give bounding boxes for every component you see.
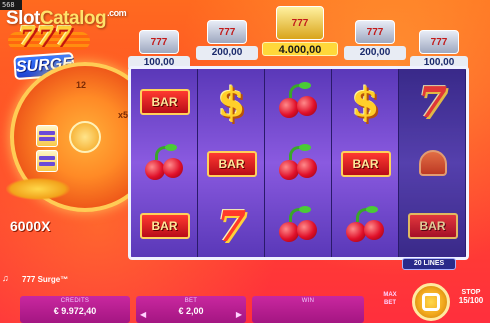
bar-block-icon	[36, 125, 58, 147]
reel-1: BAR BAR	[131, 69, 198, 257]
credits-value: € 9.972,40	[53, 306, 97, 316]
bet-panel: ◀ BET € 2,00 ▶	[136, 296, 246, 323]
seven-symbol-label: 7	[216, 201, 247, 251]
game-name: 777 Surge™	[22, 275, 69, 284]
jackpot-4: 777 200,00	[344, 20, 406, 60]
cherry-icon	[338, 201, 393, 251]
max-bet-line2: BET	[384, 300, 396, 306]
jackpot-5: 777 100,00	[410, 30, 468, 70]
jackpot-icon: 777	[419, 30, 459, 54]
dollar-symbol-label: $	[351, 78, 380, 126]
bar-symbol-label: BAR	[407, 213, 458, 239]
dollar-symbol-label: $	[217, 78, 246, 126]
win-label: WIN	[301, 298, 315, 304]
bet-label: BET	[184, 298, 198, 304]
max-bet-line1: MAX	[383, 292, 397, 298]
autoplay-count: 15/100	[458, 296, 484, 305]
wheel-number: 12	[76, 80, 87, 90]
bar-symbol: BAR	[137, 201, 192, 251]
cherry-icon	[271, 77, 326, 127]
watermark-part1: Slot	[6, 8, 40, 29]
bar-symbol: BAR	[137, 77, 192, 127]
bet-value: € 2,00	[178, 306, 204, 316]
watermark-part2: Catalog	[39, 8, 107, 29]
cherry-pair	[143, 144, 187, 184]
jackpot-value: 200,00	[344, 46, 406, 60]
bar-symbol: BAR	[204, 139, 259, 189]
credits-label: CREDITS	[60, 298, 90, 304]
seven-symbol-label: 7	[417, 77, 448, 127]
max-multiplier: 6000X	[10, 218, 51, 234]
bar-symbol: BAR	[405, 201, 460, 251]
cherry-pair	[277, 144, 321, 184]
jackpot-row: 777 100,00 777 200,00 777 4.000,00 777 2…	[128, 6, 468, 70]
bell-shape	[415, 146, 451, 182]
cherry-icon	[137, 139, 192, 189]
cherry-pair	[344, 206, 388, 246]
bar-symbol: BAR	[338, 139, 393, 189]
jackpot-2: 777 200,00	[196, 20, 258, 60]
paylines-badge: 20 LINES	[402, 258, 456, 270]
dollar-symbol: $	[204, 77, 259, 127]
max-bet-button[interactable]: MAX BET	[378, 291, 402, 307]
bell-icon	[405, 139, 460, 189]
autoplay-stop-button[interactable]: STOP 15/100	[454, 289, 488, 305]
bar-stack	[30, 122, 64, 175]
jackpot-icon: 777	[139, 30, 179, 54]
jackpot-icon: 777	[207, 20, 247, 44]
reel-4: $ BAR	[332, 69, 399, 257]
cherry-pair	[277, 206, 321, 246]
seven-symbol: 7	[405, 77, 460, 127]
spin-button[interactable]	[412, 283, 450, 321]
bar-block-icon	[36, 150, 58, 172]
wheel-hub	[69, 121, 101, 153]
watermark-suffix: .com	[107, 8, 127, 18]
jackpot-3: 777 4.000,00	[262, 6, 338, 56]
jackpot-1: 777 100,00	[128, 30, 190, 70]
wheel-number: x5	[118, 110, 129, 120]
sound-icon[interactable]: ♫	[2, 273, 9, 283]
reel-grid: BAR BAR $ BAR 7 $ BAR 7 BAR	[128, 66, 469, 260]
cherry-icon	[271, 139, 326, 189]
jackpot-value: 200,00	[196, 46, 258, 60]
dollar-symbol: $	[338, 77, 393, 127]
bet-increase-icon[interactable]: ▶	[236, 310, 242, 319]
cherry-pair	[277, 82, 321, 122]
coin-pile-icon	[6, 178, 70, 200]
reel-2: $ BAR 7	[198, 69, 265, 257]
bar-symbol-label: BAR	[139, 213, 190, 239]
cherry-icon	[271, 201, 326, 251]
reel-5: 7 BAR	[399, 69, 466, 257]
win-panel: WIN	[252, 296, 364, 323]
bar-symbol-label: BAR	[206, 151, 257, 177]
jackpot-icon: 777	[276, 6, 324, 40]
bar-symbol-label: BAR	[340, 151, 391, 177]
jackpot-icon: 777	[355, 20, 395, 44]
stop-label: STOP	[461, 289, 481, 296]
credits-panel: CREDITS € 9.972,40	[20, 296, 130, 323]
bet-decrease-icon[interactable]: ◀	[140, 310, 146, 319]
seven-symbol: 7	[204, 201, 259, 251]
watermark-logo: SlotCatalog.com	[6, 8, 127, 30]
bar-symbol-label: BAR	[139, 89, 190, 115]
jackpot-value: 4.000,00	[262, 42, 338, 56]
reel-3	[265, 69, 332, 257]
stop-square-icon	[422, 293, 440, 311]
